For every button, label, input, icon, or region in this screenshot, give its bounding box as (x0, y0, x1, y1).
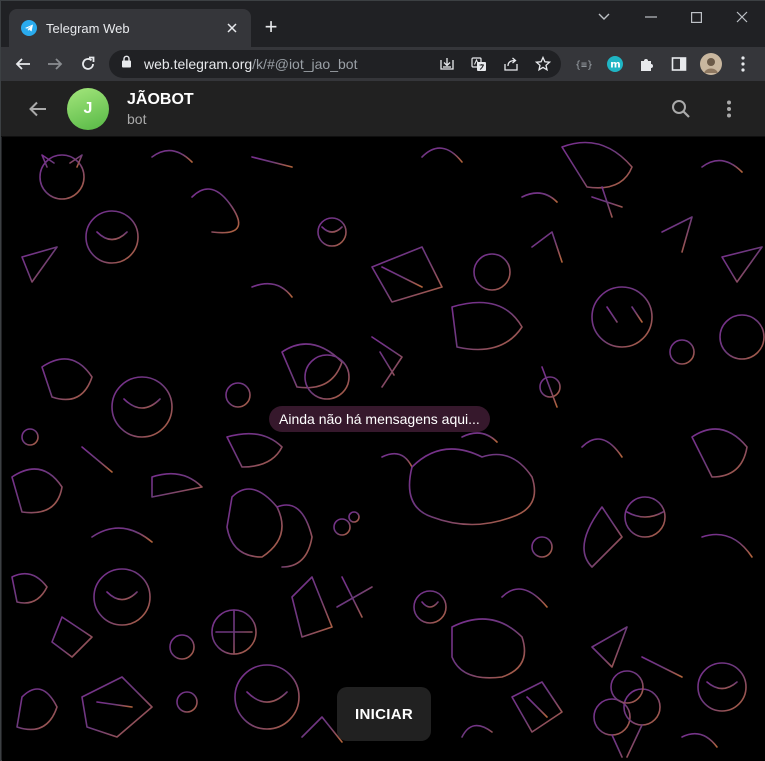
extensions-puzzle-icon[interactable] (635, 52, 659, 76)
share-icon[interactable] (499, 53, 523, 75)
browser-menu-icon[interactable] (731, 52, 755, 76)
chat-header: J JÃOBOT bot (1, 81, 765, 137)
lock-icon[interactable] (121, 55, 132, 73)
forward-icon[interactable] (43, 52, 67, 76)
address-bar[interactable]: web.telegram.org/k/#@iot_jao_bot (109, 50, 561, 78)
search-icon[interactable] (669, 97, 693, 121)
extension-code-icon[interactable]: {≡} (571, 52, 595, 76)
browser-toolbar: web.telegram.org/k/#@iot_jao_bot {≡} m (1, 47, 765, 81)
chat-avatar[interactable]: J (67, 88, 109, 130)
tab-close-icon[interactable] (223, 19, 241, 37)
new-tab-button[interactable]: + (259, 15, 283, 39)
maximize-icon[interactable] (681, 7, 711, 27)
telegram-icon (21, 20, 37, 36)
chat-status: bot (127, 111, 147, 127)
url-path: /k/#@iot_jao_bot (252, 56, 358, 72)
url-host: web.telegram.org (144, 56, 253, 72)
browser-window: Telegram Web + web.telegram.org/k/#@iot_… (0, 0, 765, 761)
empty-chat-notice: Ainda não há mensagens aqui... (269, 406, 490, 432)
tab-telegram-web[interactable]: Telegram Web (9, 9, 251, 47)
side-panel-icon[interactable] (667, 52, 691, 76)
back-arrow-icon[interactable] (25, 97, 51, 121)
chat-background-pattern (11, 141, 765, 758)
translate-icon[interactable] (467, 53, 491, 75)
start-bot-button[interactable]: INICIAR (337, 687, 431, 741)
minimize-icon[interactable] (636, 7, 666, 27)
url-text[interactable]: web.telegram.org/k/#@iot_jao_bot (144, 56, 357, 72)
tab-title: Telegram Web (46, 20, 130, 36)
profile-avatar[interactable] (699, 52, 723, 76)
more-options-icon[interactable] (717, 97, 741, 121)
reload-icon[interactable] (76, 52, 100, 76)
extension-m-icon[interactable]: m (603, 52, 627, 76)
install-app-icon[interactable] (435, 53, 459, 75)
svg-text:m: m (610, 60, 620, 71)
bookmark-star-icon[interactable] (531, 53, 555, 75)
tab-search-chevron-icon[interactable] (589, 7, 619, 27)
back-icon[interactable] (11, 52, 35, 76)
chat-area: Ainda não há mensagens aqui... INICIAR (2, 137, 765, 761)
tab-strip: Telegram Web + (1, 1, 765, 47)
svg-text:{≡}: {≡} (575, 60, 592, 70)
close-window-icon[interactable] (727, 7, 757, 27)
chat-title[interactable]: JÃOBOT (127, 91, 194, 109)
